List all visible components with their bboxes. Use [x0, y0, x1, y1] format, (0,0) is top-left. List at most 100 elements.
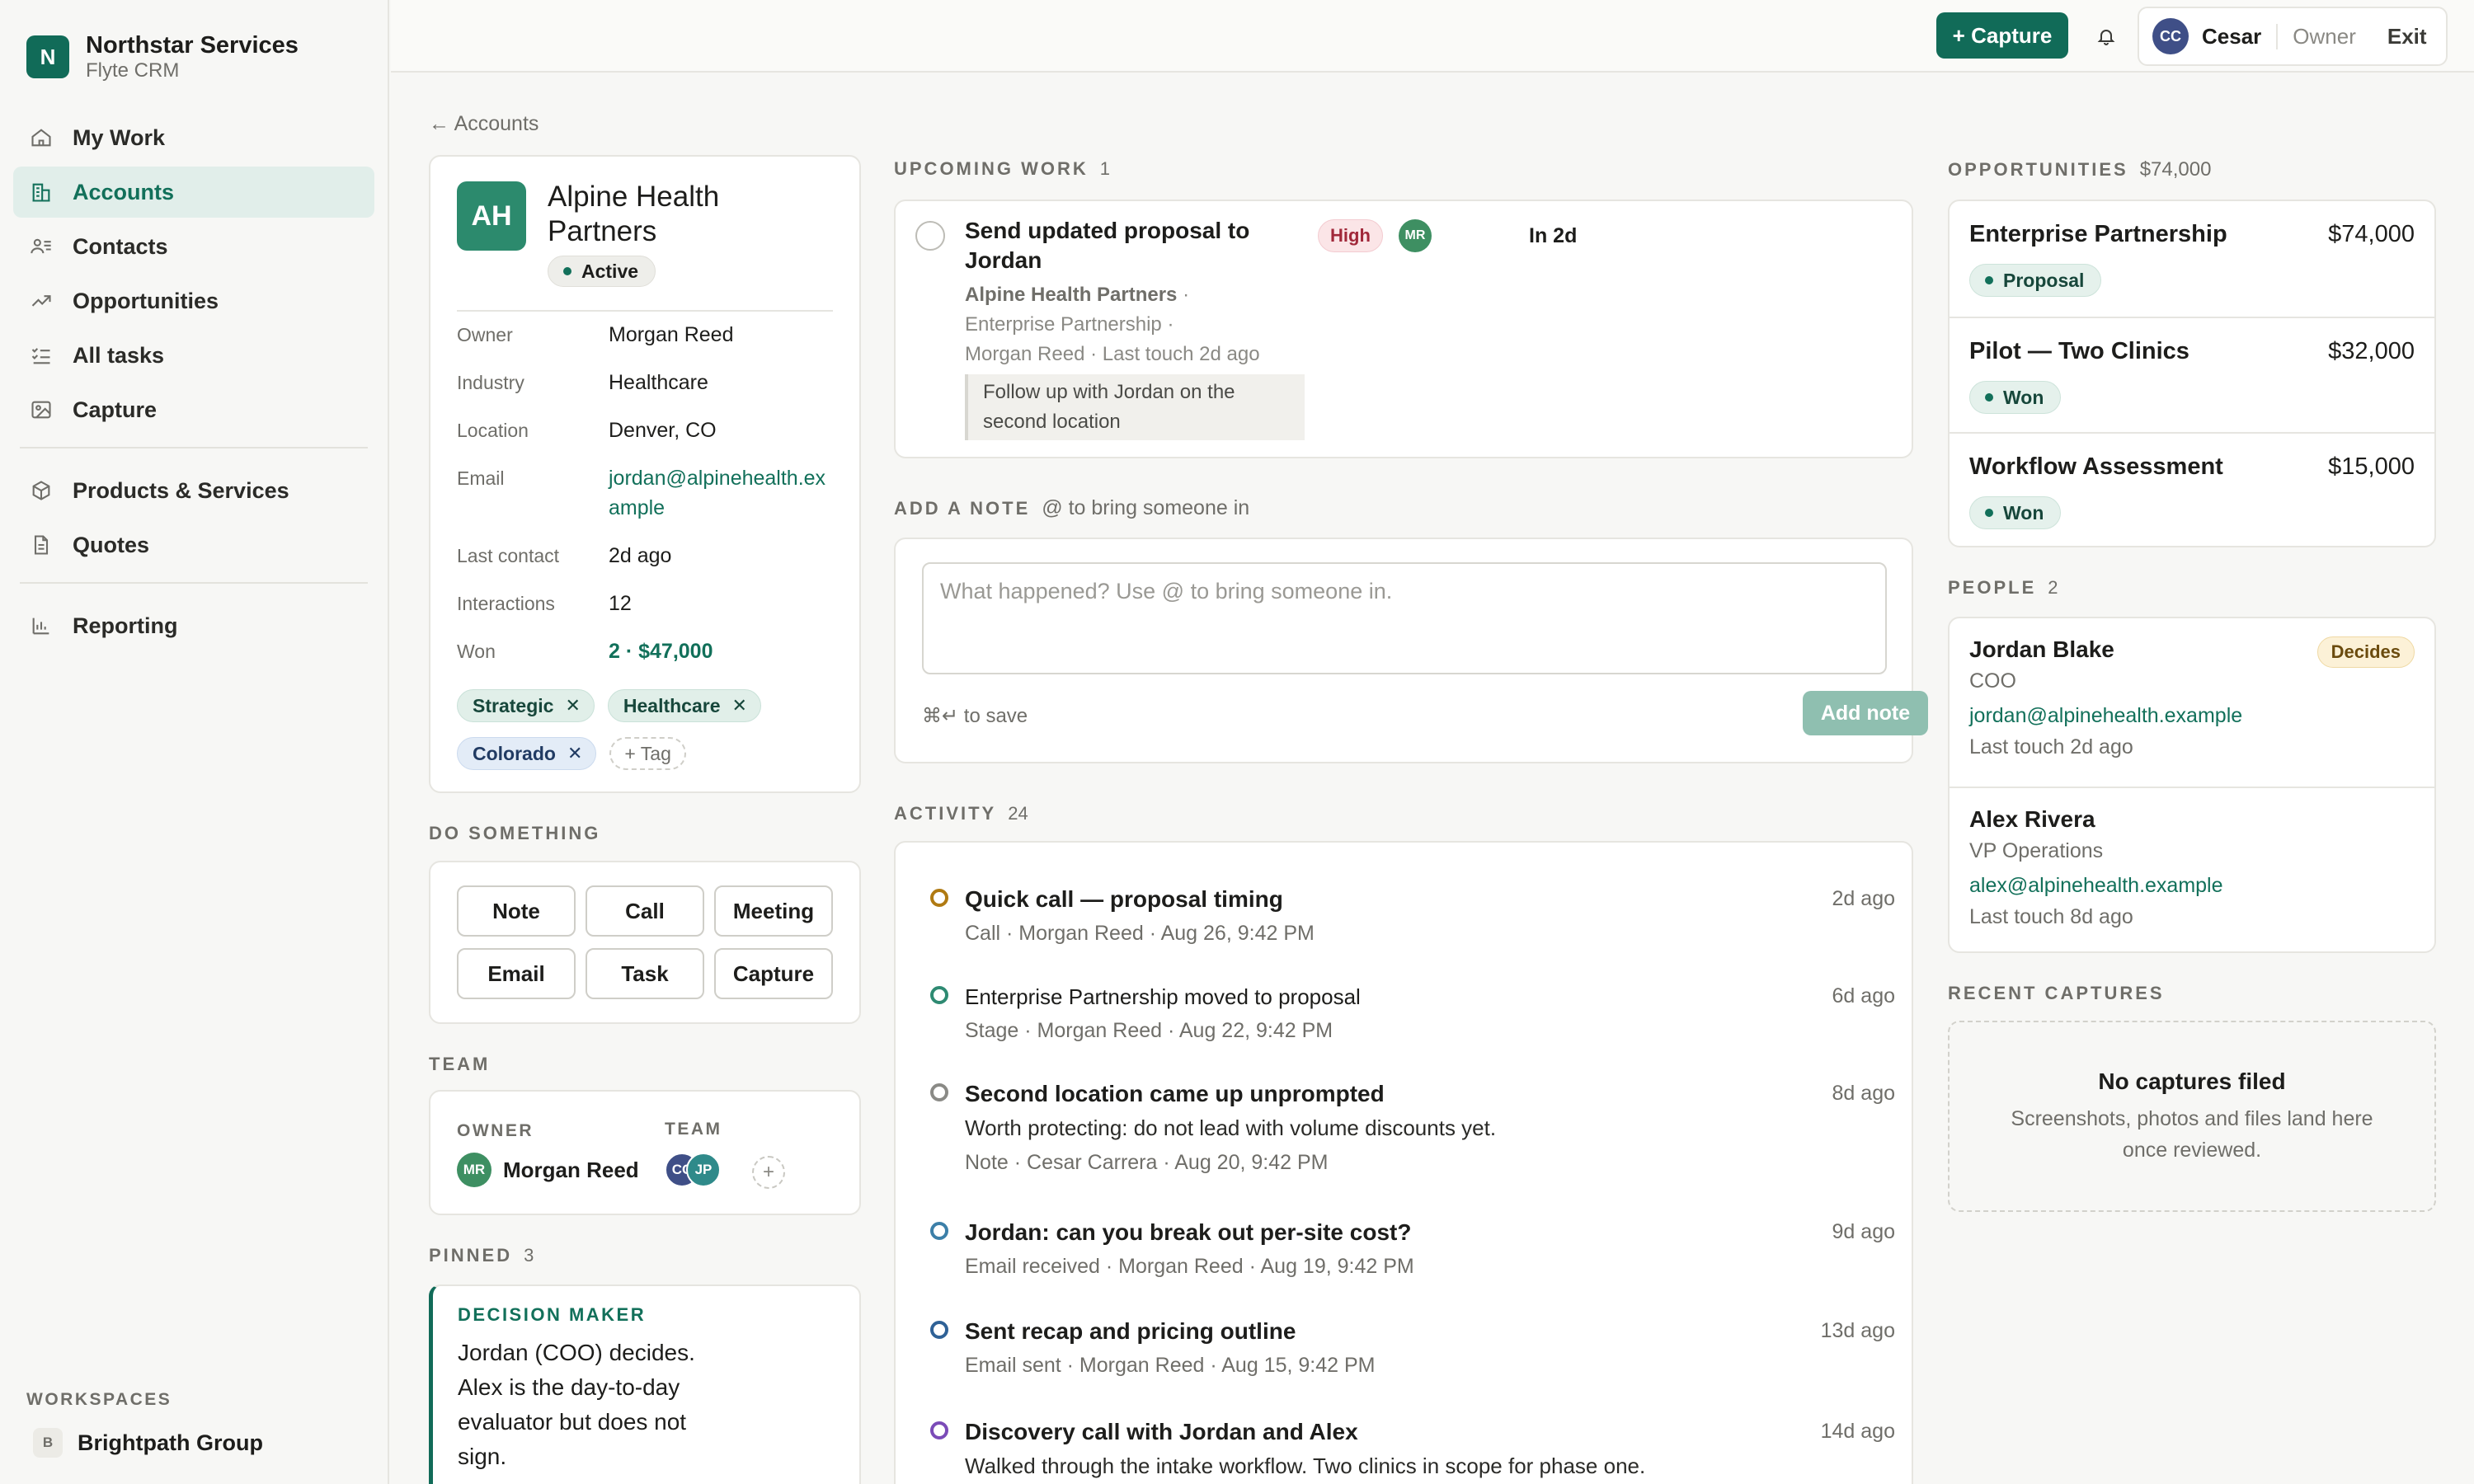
brand-subtitle: Flyte CRM — [86, 59, 180, 82]
note-input[interactable] — [922, 562, 1887, 674]
person-email-link[interactable]: alex@alpinehealth.example — [1969, 874, 2223, 898]
workspace-item[interactable]: B Brightpath Group — [33, 1428, 263, 1458]
remove-tag-icon[interactable]: ✕ — [732, 695, 747, 716]
stage-label: Proposal — [2003, 269, 2085, 291]
stage-badge: Won — [1969, 381, 2062, 414]
person-row[interactable]: Alex Rivera VP Operations alex@alpinehea… — [1950, 787, 2434, 951]
sidebar-item-quotes[interactable]: Quotes — [13, 519, 374, 571]
tag-colorado[interactable]: Colorado ✕ — [457, 737, 597, 770]
activity-time: 2d ago — [1832, 887, 1895, 910]
task-title[interactable]: Send updated proposal to Jordan — [965, 216, 1295, 275]
add-tag-button[interactable]: + Tag — [609, 737, 686, 770]
opportunities-card: Enterprise Partnership $74,000 Proposal … — [1948, 200, 2436, 547]
user-menu[interactable]: CC Cesar Owner Exit — [2138, 7, 2448, 66]
field-interactions: Interactions 12 — [457, 589, 836, 618]
field-label: Email — [457, 467, 505, 489]
remove-tag-icon[interactable]: ✕ — [565, 695, 580, 716]
call-action-button[interactable]: Call — [586, 885, 704, 937]
pinned-section-label: PINNED 3 — [429, 1245, 534, 1266]
add-team-member-button[interactable]: + — [752, 1156, 785, 1189]
note-composer: ⌘↵ to save Add note — [894, 538, 1928, 763]
meeting-action-button[interactable]: Meeting — [714, 885, 833, 937]
person-last-touch: Last touch 8d ago — [1969, 905, 2133, 928]
user-role: Owner — [2276, 23, 2356, 49]
team-members: CC JP — [665, 1153, 721, 1187]
opportunity-row[interactable]: Pilot — Two Clinics $32,000 Won — [1950, 317, 2434, 432]
stage-badge: Won — [1969, 496, 2062, 529]
tag-strategic[interactable]: Strategic ✕ — [457, 689, 595, 722]
email-action-button[interactable]: Email — [457, 948, 576, 999]
field-won: Won 2 · $47,000 — [457, 636, 836, 666]
opportunity-row[interactable]: Workflow Assessment $15,000 Won — [1950, 432, 2434, 546]
capture-action-button[interactable]: Capture — [714, 948, 833, 999]
pinned-note-title: DECISION MAKER — [458, 1304, 647, 1325]
opportunity-name: Enterprise Partnership — [1969, 221, 2227, 247]
activity-section-label: ACTIVITY 24 — [894, 803, 1028, 824]
sidebar-item-contacts[interactable]: Contacts — [13, 221, 374, 272]
sidebar-item-all-tasks[interactable]: All tasks — [13, 330, 374, 381]
user-avatar: CC — [2152, 18, 2189, 54]
sidebar-item-label: All tasks — [73, 342, 165, 368]
opportunity-name: Workflow Assessment — [1969, 453, 2223, 480]
owner-label: OWNER — [457, 1121, 534, 1140]
owner[interactable]: MR Morgan Reed — [457, 1153, 639, 1187]
activity-title: Quick call — proposal timing — [965, 886, 1283, 912]
pinned-note[interactable]: DECISION MAKER Jordan (COO) decides. Ale… — [429, 1284, 861, 1484]
task-opportunity-line: Enterprise Partnership · — [965, 313, 1174, 336]
exit-button[interactable]: Exit — [2387, 24, 2427, 49]
field-location: Location Denver, CO — [457, 416, 836, 445]
task-complete-checkbox[interactable] — [915, 221, 945, 251]
avatar[interactable]: JP — [686, 1153, 721, 1187]
account-card: AH Alpine Health Partners Active Owner M… — [429, 155, 861, 793]
bar-chart-icon — [32, 618, 49, 635]
status-label: Active — [581, 260, 639, 282]
task-last-touch: Last touch 2d ago — [1102, 343, 1260, 365]
tag-healthcare[interactable]: Healthcare ✕ — [607, 689, 761, 722]
activity-dot — [930, 889, 948, 907]
stage-dot — [1985, 393, 1993, 402]
sidebar-item-products-services[interactable]: Products & Services — [13, 465, 374, 516]
actions-card: Note Call Meeting Email Task Capture — [429, 861, 861, 1024]
sidebar-item-accounts[interactable]: Accounts — [13, 167, 374, 218]
opportunity-row[interactable]: Enterprise Partnership $74,000 Proposal — [1950, 201, 2434, 317]
task-card[interactable]: Send updated proposal to Jordan High MR … — [894, 200, 1913, 458]
task-action-button[interactable]: Task — [586, 948, 704, 999]
field-label: Interactions — [457, 593, 555, 614]
upcoming-count: 1 — [1099, 158, 1111, 179]
task-note: Follow up with Jordan on the second loca… — [965, 374, 1305, 440]
sidebar-item-my-work[interactable]: My Work — [13, 112, 374, 163]
recent-captures-empty-state: No captures filed Screenshots, photos an… — [1948, 1021, 2436, 1212]
opportunities-label: OPPORTUNITIES — [1948, 159, 2128, 180]
task-account[interactable]: Alpine Health Partners — [965, 284, 1177, 306]
activity-meta: Note · Cesar Carrera · Aug 20, 9:42 PM — [965, 1151, 1329, 1174]
breadcrumb-back-link[interactable]: ← Accounts — [429, 112, 539, 136]
person-email-link[interactable]: jordan@alpinehealth.example — [1969, 704, 2242, 728]
field-value: Denver, CO — [609, 419, 717, 442]
person-row[interactable]: Jordan Blake Decides COO jordan@alpinehe… — [1950, 618, 2434, 787]
upcoming-section-label: UPCOMING WORK 1 — [894, 158, 1110, 180]
task-opportunity[interactable]: Enterprise Partnership — [965, 313, 1162, 336]
document-icon — [34, 535, 49, 555]
email-link[interactable]: jordan@alpinehealth.example — [609, 463, 836, 523]
bell-icon — [2097, 30, 2115, 45]
opportunity-name: Pilot — Two Clinics — [1969, 338, 2189, 364]
notifications-button[interactable] — [2090, 20, 2123, 53]
activity-label: ACTIVITY — [894, 803, 997, 824]
remove-tag-icon[interactable]: ✕ — [567, 743, 582, 764]
sidebar-item-label: Quotes — [73, 532, 150, 557]
owner-name: Morgan Reed — [503, 1157, 639, 1182]
field-value: 2 · $47,000 — [609, 640, 713, 663]
sidebar-item-reporting[interactable]: Reporting — [13, 600, 374, 651]
field-label: Industry — [457, 372, 524, 393]
capture-button[interactable]: + Capture — [1936, 12, 2068, 59]
person-role: VP Operations — [1969, 839, 2104, 862]
priority-badge: High — [1318, 219, 1383, 252]
sidebar-item-capture[interactable]: Capture — [13, 384, 374, 435]
brand[interactable]: N Northstar Services Flyte CRM — [26, 31, 299, 82]
note-action-button[interactable]: Note — [457, 885, 576, 937]
add-note-button[interactable]: Add note — [1803, 691, 1928, 735]
task-account-line: Alpine Health Partners · — [965, 284, 1190, 306]
sidebar-item-label: My Work — [73, 124, 166, 150]
task-owner: Morgan Reed — [965, 343, 1085, 365]
sidebar-item-opportunities[interactable]: Opportunities — [13, 275, 374, 326]
